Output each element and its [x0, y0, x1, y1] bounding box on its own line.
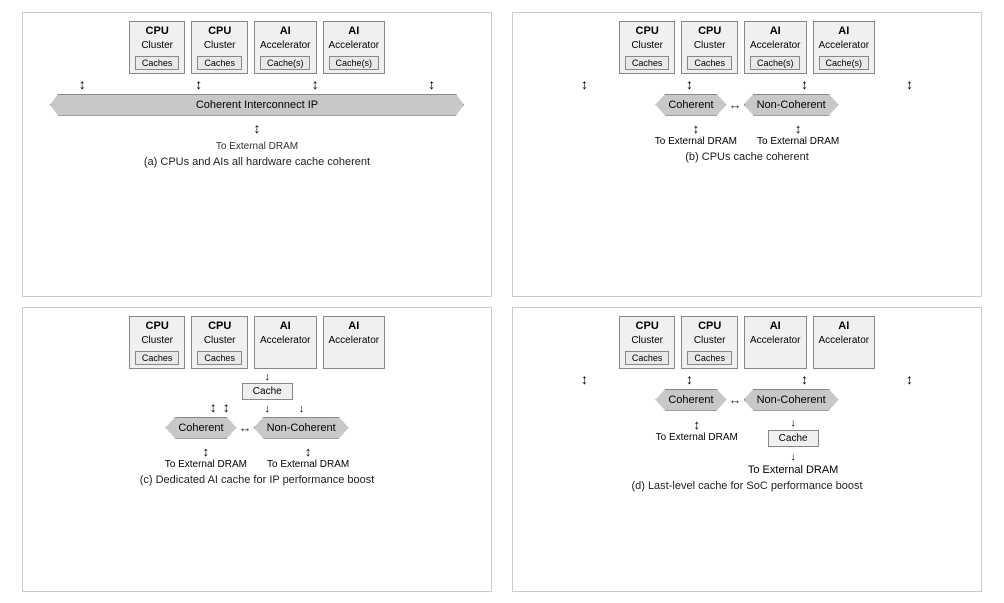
dual-banner-d: Coherent ↔ Non-Coherent — [655, 389, 838, 411]
dual-banner-c: Coherent ↔ Non-Coherent — [165, 417, 348, 439]
unit-ai1-a-sub: Accelerator — [260, 40, 311, 52]
horiz-arrow-c: ↔ — [239, 420, 252, 435]
unit-cpu1-a-sub: Cluster — [141, 40, 173, 52]
unit-cpu1-a: CPU Cluster Caches — [129, 21, 186, 74]
caption-a: (a) CPUs and AIs all hardware cache cohe… — [144, 156, 370, 168]
dram-c-left: ↕ To External DRAM — [165, 444, 247, 470]
unit-ai1-a: AI Accelerator Cache(s) — [254, 21, 317, 74]
unit-cpu1-b: CPU Cluster Caches — [619, 21, 676, 74]
diagram-d: CPU Cluster Caches CPU Cluster Caches AI… — [512, 307, 982, 592]
banner-c-noncoherent-label: Non-Coherent — [267, 422, 336, 434]
mid-cache-c: Cache — [242, 383, 293, 400]
unit-ai2-a-cache: Cache(s) — [329, 56, 380, 70]
horiz-arrow-d: ↔ — [729, 392, 742, 407]
caption-d: (d) Last-level cache for SoC performance… — [631, 480, 862, 492]
dram-d-left: ↕ To External DRAM — [656, 417, 738, 443]
dram-a: To External DRAM — [216, 141, 298, 152]
unit-cpu2-c: CPU Cluster Caches — [191, 316, 248, 369]
banner-c-coherent-label: Coherent — [178, 422, 223, 434]
banner-d-coherent: Coherent — [655, 389, 726, 411]
unit-cpu2-a-title: CPU — [208, 25, 231, 38]
banner-d-coherent-label: Coherent — [668, 394, 713, 406]
unit-ai2-c: AI Accelerator — [323, 316, 386, 369]
banner-d-noncoherent-label: Non-Coherent — [757, 394, 826, 406]
unit-cpu2-d: CPU Cluster Caches — [681, 316, 738, 369]
dram-d-right-label: To External DRAM — [748, 464, 838, 476]
unit-cpu1-a-cache: Caches — [135, 56, 180, 70]
dram-b-left: ↕ To External DRAM — [655, 121, 737, 147]
banner-d-noncoherent: Non-Coherent — [744, 389, 839, 411]
dram-b-right-label: To External DRAM — [757, 136, 839, 147]
unit-cpu1-c: CPU Cluster Caches — [129, 316, 186, 369]
unit-ai1-a-title: AI — [280, 25, 291, 38]
dram-c-right-label: To External DRAM — [267, 459, 349, 470]
unit-cpu2-a-cache: Caches — [197, 56, 242, 70]
banner-b-coherent: Coherent — [655, 94, 726, 116]
unit-ai1-c: AI Accelerator — [254, 316, 317, 369]
banner-b-noncoherent-label: Non-Coherent — [757, 99, 826, 111]
banner-b-noncoherent: Non-Coherent — [744, 94, 839, 116]
unit-cpu1-a-title: CPU — [146, 25, 169, 38]
banner-a-label: Coherent Interconnect IP — [196, 99, 318, 111]
unit-ai2-a-title: AI — [348, 25, 359, 38]
dram-c-right: ↕ To External DRAM — [267, 444, 349, 470]
unit-ai2-d: AI Accelerator — [813, 316, 876, 369]
dram-b-right: ↕ To External DRAM — [757, 121, 839, 147]
banner-c-coherent: Coherent — [165, 417, 236, 439]
dual-banner-b: Coherent ↔ Non-Coherent — [655, 94, 838, 116]
dram-d-left-label: To External DRAM — [656, 432, 738, 443]
dram-c-left-label: To External DRAM — [165, 459, 247, 470]
unit-ai2-b: AI Accelerator Cache(s) — [813, 21, 876, 74]
bottom-cache-d: Cache — [768, 430, 819, 447]
banner-a: Coherent Interconnect IP — [50, 94, 464, 116]
dram-b-left-label: To External DRAM — [655, 136, 737, 147]
unit-ai2-a-sub: Accelerator — [329, 40, 380, 52]
diagram-c: CPU Cluster Caches CPU Cluster Caches AI… — [22, 307, 492, 592]
horiz-arrow-b: ↔ — [729, 97, 742, 112]
diagram-a: CPU Cluster Caches CPU Cluster Caches AI… — [22, 12, 492, 297]
banner-b-coherent-label: Coherent — [668, 99, 713, 111]
unit-cpu2-b: CPU Cluster Caches — [681, 21, 738, 74]
unit-cpu2-a-sub: Cluster — [204, 40, 236, 52]
banner-c-noncoherent: Non-Coherent — [254, 417, 349, 439]
unit-ai1-b: AI Accelerator Cache(s) — [744, 21, 807, 74]
unit-ai2-a: AI Accelerator Cache(s) — [323, 21, 386, 74]
unit-cpu1-d: CPU Cluster Caches — [619, 316, 676, 369]
caption-b: (b) CPUs cache coherent — [685, 151, 809, 163]
unit-ai1-d: AI Accelerator — [744, 316, 807, 369]
unit-cpu2-a: CPU Cluster Caches — [191, 21, 248, 74]
caption-c: (c) Dedicated AI cache for IP performanc… — [140, 474, 375, 486]
diagram-b: CPU Cluster Caches CPU Cluster Caches AI… — [512, 12, 982, 297]
main-container: CPU Cluster Caches CPU Cluster Caches AI… — [22, 12, 982, 592]
unit-ai1-a-cache: Cache(s) — [260, 56, 311, 70]
